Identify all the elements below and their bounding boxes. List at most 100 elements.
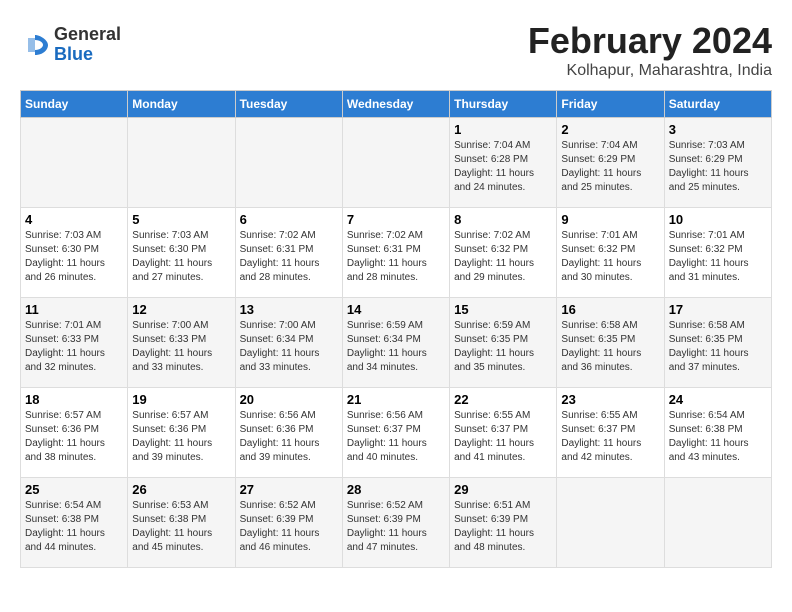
week-row-4: 25 Sunrise: 6:54 AM Sunset: 6:38 PM Dayli… [21,478,772,568]
week-row-3: 18 Sunrise: 6:57 AM Sunset: 6:36 PM Dayli… [21,388,772,478]
day-number: 7 [347,212,445,227]
day-info: Sunrise: 7:02 AM Sunset: 6:32 PM Dayligh… [454,229,552,285]
page-header: General Blue February 2024 Kolhapur, Mah… [20,20,772,80]
header-row: Sunday Monday Tuesday Wednesday Thursday… [21,91,772,118]
day-number: 9 [561,212,659,227]
day-cell [342,118,449,208]
week-row-0: 1 Sunrise: 7:04 AM Sunset: 6:28 PM Daylig… [21,118,772,208]
day-info: Sunrise: 7:04 AM Sunset: 6:29 PM Dayligh… [561,139,659,195]
day-cell: 22 Sunrise: 6:55 AM Sunset: 6:37 PM Dayli… [450,388,557,478]
day-info: Sunrise: 6:51 AM Sunset: 6:39 PM Dayligh… [454,499,552,555]
day-info: Sunrise: 6:55 AM Sunset: 6:37 PM Dayligh… [561,409,659,465]
col-tuesday: Tuesday [235,91,342,118]
day-info: Sunrise: 7:01 AM Sunset: 6:33 PM Dayligh… [25,319,123,375]
day-cell: 3 Sunrise: 7:03 AM Sunset: 6:29 PM Daylig… [664,118,771,208]
day-info: Sunrise: 7:02 AM Sunset: 6:31 PM Dayligh… [347,229,445,285]
day-info: Sunrise: 6:54 AM Sunset: 6:38 PM Dayligh… [25,499,123,555]
day-cell: 9 Sunrise: 7:01 AM Sunset: 6:32 PM Daylig… [557,208,664,298]
calendar-body: 1 Sunrise: 7:04 AM Sunset: 6:28 PM Daylig… [21,118,772,568]
day-number: 21 [347,392,445,407]
day-info: Sunrise: 6:54 AM Sunset: 6:38 PM Dayligh… [669,409,767,465]
day-info: Sunrise: 7:03 AM Sunset: 6:30 PM Dayligh… [25,229,123,285]
day-number: 13 [240,302,338,317]
day-number: 25 [25,482,123,497]
day-cell: 5 Sunrise: 7:03 AM Sunset: 6:30 PM Daylig… [128,208,235,298]
day-cell: 25 Sunrise: 6:54 AM Sunset: 6:38 PM Dayli… [21,478,128,568]
day-cell: 21 Sunrise: 6:56 AM Sunset: 6:37 PM Dayli… [342,388,449,478]
day-info: Sunrise: 7:03 AM Sunset: 6:30 PM Dayligh… [132,229,230,285]
day-info: Sunrise: 6:59 AM Sunset: 6:34 PM Dayligh… [347,319,445,375]
logo-blue: Blue [54,45,121,65]
day-cell: 20Sunrise: 6:56 AM Sunset: 6:36 PM Dayli… [235,388,342,478]
col-monday: Monday [128,91,235,118]
subtitle: Kolhapur, Maharashtra, India [528,62,772,80]
day-number: 23 [561,392,659,407]
day-info: Sunrise: 6:57 AM Sunset: 6:36 PM Dayligh… [132,409,230,465]
day-cell: 7 Sunrise: 7:02 AM Sunset: 6:31 PM Daylig… [342,208,449,298]
day-number: 18 [25,392,123,407]
day-cell: 19Sunrise: 6:57 AM Sunset: 6:36 PM Dayli… [128,388,235,478]
day-cell: 18 Sunrise: 6:57 AM Sunset: 6:36 PM Dayli… [21,388,128,478]
day-info: Sunrise: 6:52 AM Sunset: 6:39 PM Dayligh… [347,499,445,555]
day-info: Sunrise: 7:03 AM Sunset: 6:29 PM Dayligh… [669,139,767,195]
day-cell: 13 Sunrise: 7:00 AM Sunset: 6:34 PM Dayli… [235,298,342,388]
day-number: 17 [669,302,767,317]
day-info: Sunrise: 7:01 AM Sunset: 6:32 PM Dayligh… [561,229,659,285]
calendar-header: Sunday Monday Tuesday Wednesday Thursday… [21,91,772,118]
day-cell: 4Sunrise: 7:03 AM Sunset: 6:30 PM Daylig… [21,208,128,298]
day-info: Sunrise: 6:53 AM Sunset: 6:38 PM Dayligh… [132,499,230,555]
col-friday: Friday [557,91,664,118]
col-thursday: Thursday [450,91,557,118]
day-number: 22 [454,392,552,407]
day-number: 27 [240,482,338,497]
day-info: Sunrise: 6:59 AM Sunset: 6:35 PM Dayligh… [454,319,552,375]
day-info: Sunrise: 6:58 AM Sunset: 6:35 PM Dayligh… [669,319,767,375]
week-row-2: 11 Sunrise: 7:01 AM Sunset: 6:33 PM Dayli… [21,298,772,388]
day-cell: 28 Sunrise: 6:52 AM Sunset: 6:39 PM Dayli… [342,478,449,568]
day-info: Sunrise: 7:00 AM Sunset: 6:34 PM Dayligh… [240,319,338,375]
day-number: 15 [454,302,552,317]
day-number: 6 [240,212,338,227]
logo-general: General [54,25,121,45]
day-number: 28 [347,482,445,497]
day-cell: 2Sunrise: 7:04 AM Sunset: 6:29 PM Daylig… [557,118,664,208]
day-cell: 11 Sunrise: 7:01 AM Sunset: 6:33 PM Dayli… [21,298,128,388]
day-info: Sunrise: 6:56 AM Sunset: 6:37 PM Dayligh… [347,409,445,465]
day-number: 1 [454,122,552,137]
day-info: Sunrise: 6:52 AM Sunset: 6:39 PM Dayligh… [240,499,338,555]
day-number: 29 [454,482,552,497]
col-sunday: Sunday [21,91,128,118]
logo-icon [20,30,50,60]
day-cell: 6 Sunrise: 7:02 AM Sunset: 6:31 PM Daylig… [235,208,342,298]
week-row-1: 4Sunrise: 7:03 AM Sunset: 6:30 PM Daylig… [21,208,772,298]
day-info: Sunrise: 7:02 AM Sunset: 6:31 PM Dayligh… [240,229,338,285]
day-info: Sunrise: 6:56 AM Sunset: 6:36 PM Dayligh… [240,409,338,465]
day-cell: 15 Sunrise: 6:59 AM Sunset: 6:35 PM Dayli… [450,298,557,388]
day-number: 8 [454,212,552,227]
day-number: 5 [132,212,230,227]
day-number: 3 [669,122,767,137]
day-cell: 24 Sunrise: 6:54 AM Sunset: 6:38 PM Dayli… [664,388,771,478]
day-cell: 27 Sunrise: 6:52 AM Sunset: 6:39 PM Dayli… [235,478,342,568]
title-block: February 2024 Kolhapur, Maharashtra, Ind… [528,20,772,80]
day-number: 16 [561,302,659,317]
day-info: Sunrise: 7:04 AM Sunset: 6:28 PM Dayligh… [454,139,552,195]
day-cell: 14 Sunrise: 6:59 AM Sunset: 6:34 PM Dayli… [342,298,449,388]
day-cell [128,118,235,208]
day-info: Sunrise: 6:55 AM Sunset: 6:37 PM Dayligh… [454,409,552,465]
col-wednesday: Wednesday [342,91,449,118]
day-number: 12 [132,302,230,317]
col-saturday: Saturday [664,91,771,118]
day-cell: 1 Sunrise: 7:04 AM Sunset: 6:28 PM Daylig… [450,118,557,208]
day-cell [235,118,342,208]
main-title: February 2024 [528,20,772,62]
day-number: 14 [347,302,445,317]
day-number: 11 [25,302,123,317]
day-cell: 10Sunrise: 7:01 AM Sunset: 6:32 PM Dayli… [664,208,771,298]
day-info: Sunrise: 6:57 AM Sunset: 6:36 PM Dayligh… [25,409,123,465]
day-number: 24 [669,392,767,407]
day-cell [21,118,128,208]
calendar-table: Sunday Monday Tuesday Wednesday Thursday… [20,90,772,568]
day-cell: 12Sunrise: 7:00 AM Sunset: 6:33 PM Dayli… [128,298,235,388]
day-cell: 17 Sunrise: 6:58 AM Sunset: 6:35 PM Dayli… [664,298,771,388]
